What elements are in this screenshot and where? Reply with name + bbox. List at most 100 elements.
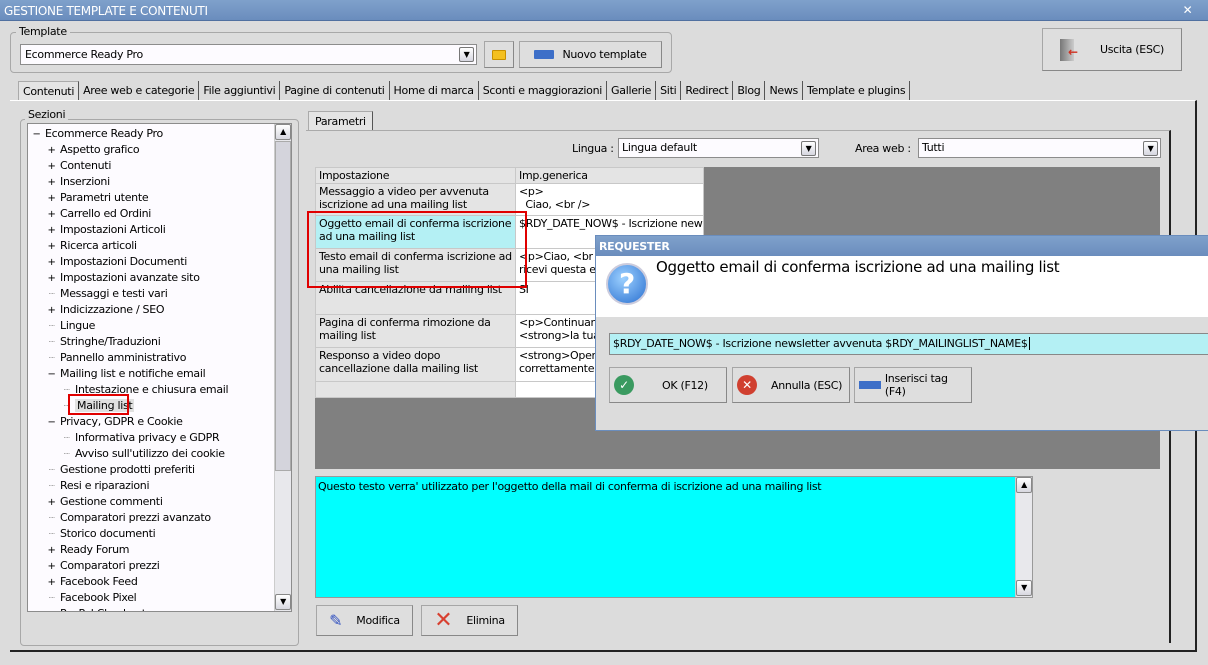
tree-item[interactable]: ┈ Gestione prodotti preferiti xyxy=(47,462,195,478)
expand-toggle-icon[interactable]: − xyxy=(32,127,41,143)
area-web-select[interactable]: Tutti ▼ xyxy=(918,138,1161,158)
tree-item[interactable]: ┈ PayPal Checkout xyxy=(47,606,146,611)
rows-highlight xyxy=(307,211,527,288)
scroll-thumb[interactable] xyxy=(275,141,291,471)
chevron-down-icon[interactable]: ▼ xyxy=(801,141,816,156)
tab-file-aggiuntivi[interactable]: File aggiuntivi xyxy=(199,81,281,101)
tab-gallerie[interactable]: Gallerie xyxy=(607,81,657,101)
tree-item[interactable]: ┈ Comparatori prezzi avanzato xyxy=(47,510,211,526)
tree-item[interactable]: ┈ Facebook Pixel xyxy=(47,590,137,606)
setting-name[interactable] xyxy=(315,381,516,398)
tree-item[interactable]: + Parametri utente xyxy=(47,190,148,206)
expand-toggle-icon[interactable]: + xyxy=(47,495,56,511)
tree-item[interactable]: ┈ Resi e riparazioni xyxy=(47,478,150,494)
expand-toggle-icon[interactable]: + xyxy=(47,239,56,255)
close-icon[interactable]: ✕ xyxy=(1181,4,1194,17)
expand-toggle-icon[interactable]: + xyxy=(47,303,56,319)
tab-redirect[interactable]: Redirect xyxy=(681,81,734,101)
tree-item[interactable]: ┈ Avviso sull'utilizzo dei cookie xyxy=(62,446,225,462)
delete-button[interactable]: ✕ Elimina xyxy=(421,605,518,636)
description-text[interactable]: Questo testo verra' utilizzato per l'ogg… xyxy=(315,476,1033,598)
scroll-down-icon[interactable]: ▼ xyxy=(1016,580,1032,596)
expand-toggle-icon[interactable]: + xyxy=(47,223,56,239)
dialog-value-input[interactable]: $RDY_DATE_NOW$ - Iscrizione newsletter a… xyxy=(609,333,1208,355)
tree-item[interactable]: ┈ Pannello amministrativo xyxy=(47,350,187,366)
tree-item[interactable]: − Privacy, GDPR e Cookie xyxy=(47,414,182,431)
insert-tag-button[interactable]: Inserisci tag (F4) xyxy=(854,367,972,403)
tree-item-label: Indicizzazione / SEO xyxy=(60,303,165,316)
tree-line-icon: ┈ xyxy=(48,593,55,604)
exit-button[interactable]: ← Uscita (ESC) xyxy=(1042,28,1182,71)
tree-item[interactable]: + Impostazioni Documenti xyxy=(47,254,187,270)
tree-item[interactable]: + Contenuti xyxy=(47,158,111,174)
tree-scrollbar[interactable]: ▲ ▼ xyxy=(274,124,291,611)
tree-item[interactable]: + Carrello ed Ordini xyxy=(47,206,151,222)
tab-parametri[interactable]: Parametri xyxy=(308,111,373,131)
expand-toggle-icon[interactable]: − xyxy=(47,415,56,431)
tree-item-label: Comparatori prezzi avanzato xyxy=(60,511,211,524)
tree-item[interactable]: + Ready Forum xyxy=(47,542,129,558)
add-template-icon xyxy=(534,50,555,59)
expand-toggle-icon[interactable]: + xyxy=(47,175,56,191)
tab-aree-web-e-categorie[interactable]: Aree web e categorie xyxy=(79,81,200,101)
lingua-select[interactable]: Lingua default ▼ xyxy=(618,138,819,158)
scroll-up-icon[interactable]: ▲ xyxy=(1016,477,1032,493)
tree-item[interactable]: + Comparatori prezzi xyxy=(47,558,159,574)
setting-name[interactable]: Pagina di conferma rimozione da mailing … xyxy=(315,314,516,348)
chevron-down-icon[interactable]: ▼ xyxy=(1143,141,1158,156)
scroll-up-icon[interactable]: ▲ xyxy=(275,124,291,140)
tree-item[interactable]: − Ecommerce Ready Pro xyxy=(32,126,163,142)
tree-item[interactable]: + Aspetto grafico xyxy=(47,142,139,158)
tree-item[interactable]: + Gestione commenti xyxy=(47,494,162,511)
tree-item[interactable]: ┈ Informativa privacy e GDPR xyxy=(62,430,220,446)
dialog-title: REQUESTER xyxy=(596,236,1208,256)
edit-button[interactable]: ✎ Modifica xyxy=(316,605,413,636)
tree-item-label: Lingue xyxy=(60,319,96,332)
tree-item[interactable]: + Indicizzazione / SEO xyxy=(47,302,164,318)
ok-button[interactable]: ✓ OK (F12) xyxy=(609,367,727,403)
tree-item[interactable]: + Impostazioni Articoli xyxy=(47,222,165,239)
expand-toggle-icon[interactable]: + xyxy=(47,543,56,559)
expand-toggle-icon[interactable]: + xyxy=(47,207,56,223)
cancel-button[interactable]: ✕ Annulla (ESC) xyxy=(732,367,850,403)
tree-item[interactable]: + Inserzioni xyxy=(47,174,110,190)
tab-blog[interactable]: Blog xyxy=(733,81,766,101)
template-select[interactable]: Ecommerce Ready Pro ▼ xyxy=(20,44,477,65)
tree-item[interactable]: + Facebook Feed xyxy=(47,574,137,591)
sections-tree[interactable]: − Ecommerce Ready Pro + Aspetto grafico + Con… xyxy=(27,123,292,612)
description-scrollbar[interactable]: ▲ ▼ xyxy=(1015,477,1032,597)
chevron-down-icon[interactable]: ▼ xyxy=(459,47,474,62)
tree-item[interactable]: + Impostazioni avanzate sito xyxy=(47,270,199,287)
setting-name[interactable]: Responso a video dopo cancellazione dall… xyxy=(315,347,516,382)
tree-item-label: Ricerca articoli xyxy=(60,239,137,252)
tab-contenuti[interactable]: Contenuti xyxy=(18,81,80,101)
tab-pagine-di-contenuti[interactable]: Pagine di contenuti xyxy=(280,81,390,101)
expand-toggle-icon[interactable]: + xyxy=(47,271,56,287)
tree-item[interactable]: ┈ Lingue xyxy=(47,318,96,334)
tab-sconti-e-maggiorazioni[interactable]: Sconti e maggiorazioni xyxy=(479,81,608,101)
expand-toggle-icon[interactable]: − xyxy=(47,367,56,383)
tab-news[interactable]: News xyxy=(765,81,803,101)
tab-siti[interactable]: Siti xyxy=(656,81,682,101)
column-header[interactable]: Impostazione xyxy=(315,167,516,184)
tree-item[interactable]: ┈ Messaggi e testi vari xyxy=(47,286,168,302)
tree-item[interactable]: − Mailing list e notifiche email xyxy=(47,366,205,382)
column-header[interactable]: Imp.generica xyxy=(515,167,704,184)
expand-toggle-icon[interactable]: + xyxy=(47,191,56,207)
tab-home-di-marca[interactable]: Home di marca xyxy=(390,81,479,101)
expand-toggle-icon[interactable]: + xyxy=(47,559,56,575)
expand-toggle-icon[interactable]: + xyxy=(47,575,56,591)
tree-item[interactable]: ┈ Stringhe/Traduzioni xyxy=(47,334,161,350)
tree-item[interactable]: + Ricerca articoli xyxy=(47,238,137,254)
setting-value[interactable]: <p> Ciao, <br /> xyxy=(515,183,704,216)
scroll-down-icon[interactable]: ▼ xyxy=(275,594,291,610)
expand-toggle-icon[interactable]: + xyxy=(47,159,56,175)
new-template-button[interactable]: Nuovo template xyxy=(519,41,662,68)
tab-template-e-plugins[interactable]: Template e plugins xyxy=(803,81,911,101)
tree-item[interactable]: ┈ Storico documenti xyxy=(47,526,156,542)
expand-toggle-icon[interactable]: + xyxy=(47,143,56,159)
tree-line-icon: ┈ xyxy=(63,449,70,460)
expand-toggle-icon[interactable]: + xyxy=(47,255,56,271)
open-folder-button[interactable] xyxy=(484,41,514,68)
window-title-bar: GESTIONE TEMPLATE E CONTENUTI xyxy=(0,0,1208,21)
